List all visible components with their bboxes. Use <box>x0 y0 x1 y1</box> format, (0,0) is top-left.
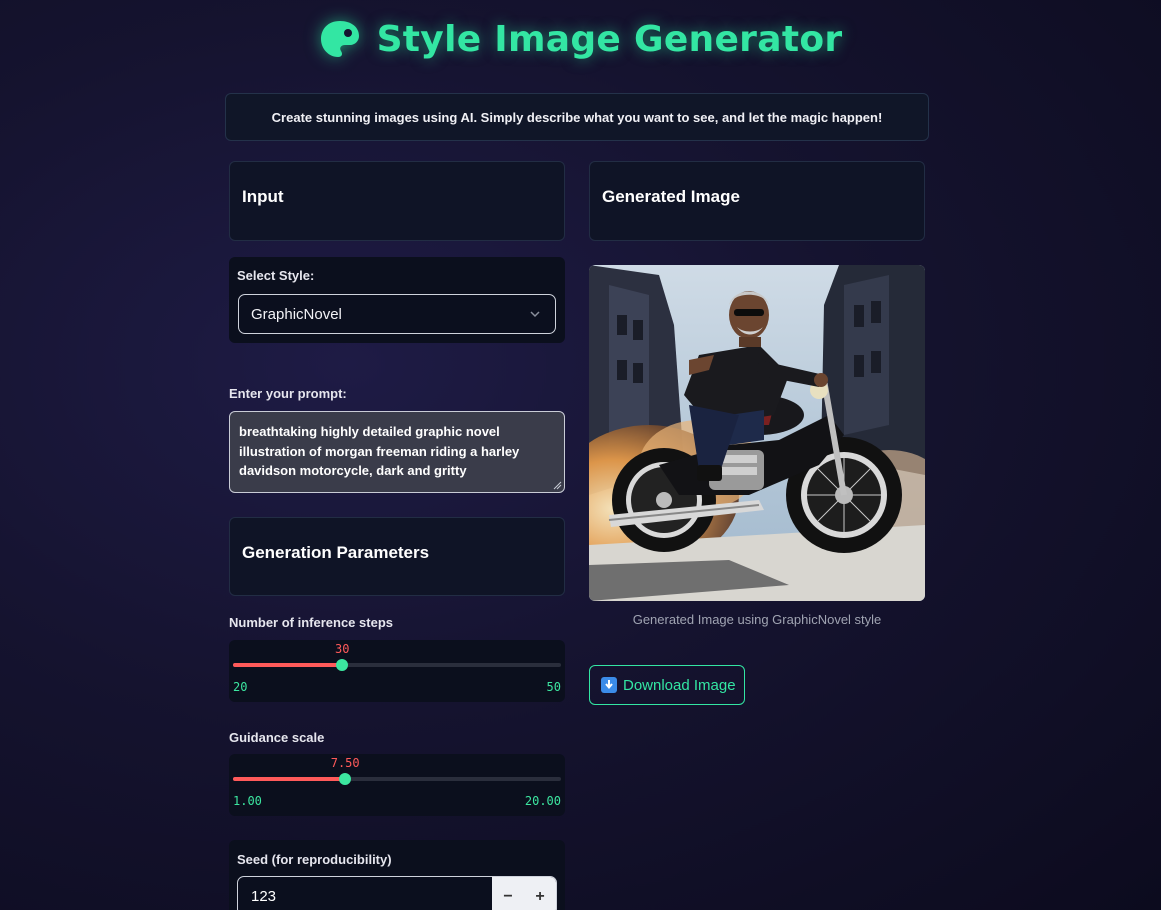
style-select-label: Select Style: <box>237 268 315 283</box>
image-caption: Generated Image using GraphicNovel style <box>632 612 882 627</box>
generated-image-illustration <box>589 265 925 601</box>
guidance-slider-value: 7.50 <box>330 756 360 770</box>
guidance-slider[interactable]: 7.50 1.00 20.00 <box>229 754 565 816</box>
output-section-title: Generated Image <box>602 187 740 206</box>
page-title: Style Image Generator <box>376 18 843 60</box>
params-section-card: Generation Parameters <box>229 517 565 596</box>
guidance-slider-min: 1.00 <box>233 794 262 808</box>
seed-card: Seed (for reproducibility) 123 − + <box>229 840 565 910</box>
resize-handle-icon[interactable] <box>553 481 562 490</box>
guidance-slider-thumb[interactable] <box>339 773 352 785</box>
download-button[interactable]: Download Image <box>589 665 745 705</box>
params-section-title: Generation Parameters <box>242 543 430 562</box>
guidance-slider-fill <box>233 777 346 781</box>
style-select-value: GraphicNovel <box>251 305 342 323</box>
download-arrow-icon <box>601 677 617 693</box>
prompt-label: Enter your prompt: <box>229 386 347 401</box>
generated-image <box>589 265 925 601</box>
steps-slider[interactable]: 30 20 50 <box>229 640 565 702</box>
steps-slider-label: Number of inference steps <box>229 615 393 630</box>
style-select[interactable]: GraphicNovel <box>238 294 556 334</box>
seed-input[interactable]: 123 − + <box>237 876 557 910</box>
steps-slider-fill <box>233 663 343 667</box>
input-section-title: Input <box>242 187 284 206</box>
steps-slider-value: 30 <box>334 642 350 656</box>
guidance-slider-label: Guidance scale <box>229 730 325 745</box>
seed-value: 123 <box>251 888 277 905</box>
intro-text: Create stunning images using AI. Simply … <box>271 109 883 125</box>
prompt-textarea[interactable]: breathtaking highly detailed graphic nov… <box>229 411 565 493</box>
steps-slider-thumb[interactable] <box>336 659 349 671</box>
steps-slider-max: 50 <box>546 680 561 694</box>
guidance-slider-max: 20.00 <box>524 794 561 808</box>
decrement-button[interactable]: − <box>492 877 524 910</box>
guidance-slider-track[interactable] <box>233 773 561 785</box>
increment-button[interactable]: + <box>524 877 556 910</box>
input-section-card: Input <box>229 161 565 241</box>
steps-slider-min: 20 <box>233 680 248 694</box>
prompt-text: breathtaking highly detailed graphic nov… <box>239 424 520 478</box>
download-button-label: Download Image <box>623 676 736 694</box>
palette-icon <box>320 21 359 57</box>
steps-slider-track[interactable] <box>233 659 561 671</box>
seed-label: Seed (for reproducibility) <box>237 852 392 867</box>
seed-stepper: − + <box>492 877 556 910</box>
output-section-card: Generated Image <box>589 161 925 241</box>
intro-banner: Create stunning images using AI. Simply … <box>225 93 929 141</box>
header: Style Image Generator <box>0 14 1161 64</box>
chevron-down-icon <box>530 311 540 318</box>
